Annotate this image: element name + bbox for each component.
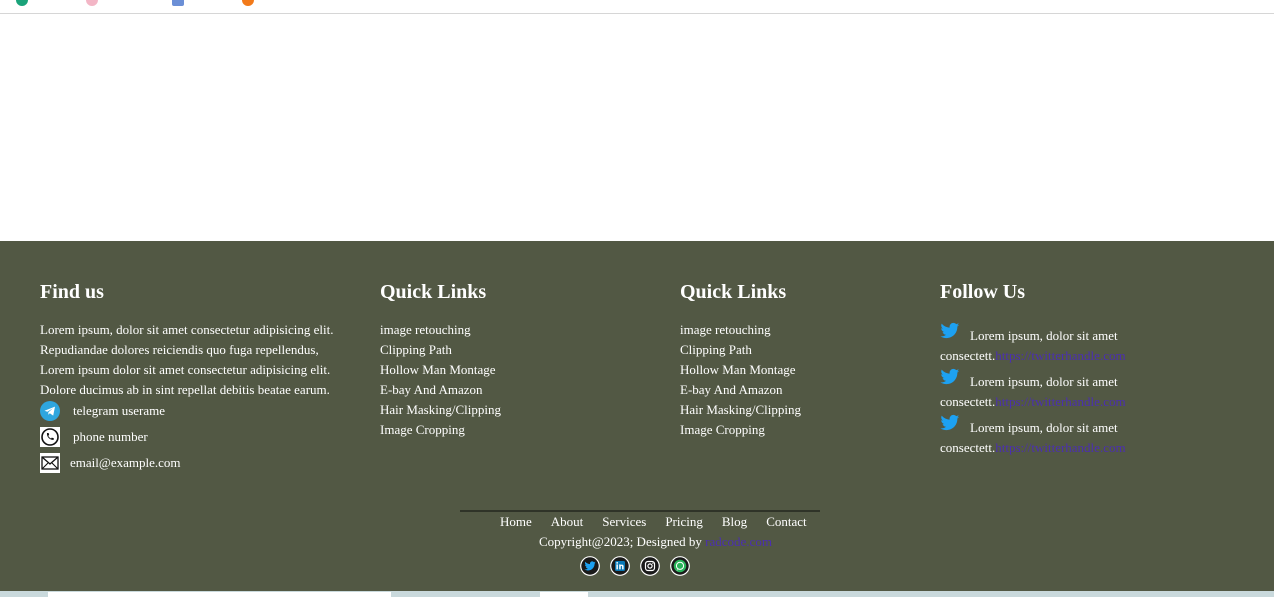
twitter-post-text: Lorem ipsum, dolor sit amet: [970, 328, 1118, 343]
quick-links-list-1: image retouching Clipping Path Hollow Ma…: [380, 320, 501, 440]
quick-link[interactable]: E-bay And Amazon: [380, 380, 501, 400]
nav-pricing[interactable]: Pricing: [665, 514, 703, 529]
follow-us-section: Follow Us Lorem ipsum, dolor sit amet co…: [940, 281, 1240, 481]
quick-link[interactable]: image retouching: [680, 320, 801, 340]
bookmark-favicon-3[interactable]: [172, 0, 184, 6]
quick-link[interactable]: Image Cropping: [680, 420, 801, 440]
twitter-icon[interactable]: [940, 368, 960, 386]
twitter-post-text: Lorem ipsum, dolor sit amet: [970, 374, 1118, 389]
copyright-text: Copyright@2023; Designed by: [539, 534, 702, 549]
copyright: Copyright@2023; Designed by radcode.com: [539, 532, 772, 552]
telegram-icon: [40, 401, 60, 421]
bookmark-favicon-1[interactable]: [16, 0, 28, 6]
twitter-post-line2: consectett.https://twitterhandle.com: [940, 346, 1126, 366]
find-us-description: Lorem ipsum, dolor sit amet consectetur …: [40, 322, 334, 397]
telegram-username: telegram userame: [73, 403, 166, 418]
whatsapp-icon[interactable]: [670, 556, 690, 576]
quick-links-title-1: Quick Links: [380, 281, 487, 303]
twitter-handle-link[interactable]: https://twitterhandle.com: [995, 348, 1125, 363]
find-us-title: Find us: [40, 281, 104, 303]
twitter-handle-link[interactable]: https://twitterhandle.com: [995, 440, 1125, 455]
twitter-post-text2: consectett.: [940, 394, 996, 409]
quick-link[interactable]: Hair Masking/Clipping: [380, 400, 501, 420]
instagram-icon[interactable]: [640, 556, 660, 576]
nav-about[interactable]: About: [551, 514, 584, 529]
quick-links-list-2: image retouching Clipping Path Hollow Ma…: [680, 320, 801, 440]
quick-link[interactable]: image retouching: [380, 320, 501, 340]
twitter-post-line2: consectett.https://twitterhandle.com: [940, 392, 1126, 412]
nav-contact[interactable]: Contact: [766, 514, 806, 529]
quick-links-section-2: Quick Links image retouching Clipping Pa…: [680, 281, 920, 441]
phone-icon: [40, 427, 60, 447]
twitter-post-text2: consectett.: [940, 440, 996, 455]
bottom-tab-segment[interactable]: [540, 592, 588, 597]
browser-bottom-bar: [0, 591, 1274, 597]
twitter-post-line2: consectett.https://twitterhandle.com: [940, 438, 1126, 458]
site-footer: Find us Lorem ipsum, dolor sit amet cons…: [0, 241, 1274, 591]
designer-link[interactable]: radcode.com: [705, 534, 772, 549]
bottom-tab-segment[interactable]: [48, 592, 391, 597]
twitter-handle-link[interactable]: https://twitterhandle.com: [995, 394, 1125, 409]
footer-nav: Home About Services Pricing Blog Contact: [500, 512, 807, 532]
twitter-icon[interactable]: [940, 322, 960, 340]
quick-link[interactable]: Clipping Path: [380, 340, 501, 360]
find-us-section: Find us Lorem ipsum, dolor sit amet cons…: [40, 281, 360, 481]
linkedin-icon[interactable]: [610, 556, 630, 576]
twitter-post-text: Lorem ipsum, dolor sit amet: [970, 420, 1118, 435]
browser-bookmarks-bar: [0, 0, 1274, 14]
bookmark-favicon-2[interactable]: [86, 0, 98, 6]
quick-links-section-1: Quick Links image retouching Clipping Pa…: [380, 281, 640, 441]
quick-link[interactable]: E-bay And Amazon: [680, 380, 801, 400]
bookmark-favicon-4[interactable]: [242, 0, 254, 6]
twitter-icon[interactable]: [940, 414, 960, 432]
quick-link[interactable]: Hollow Man Montage: [680, 360, 801, 380]
nav-services[interactable]: Services: [602, 514, 646, 529]
quick-link[interactable]: Clipping Path: [680, 340, 801, 360]
quick-link[interactable]: Hollow Man Montage: [380, 360, 501, 380]
nav-home[interactable]: Home: [500, 514, 532, 529]
nav-blog[interactable]: Blog: [722, 514, 747, 529]
follow-us-title: Follow Us: [940, 281, 1025, 303]
mail-icon: [40, 453, 60, 473]
quick-link[interactable]: Hair Masking/Clipping: [680, 400, 801, 420]
email-address: email@example.com: [70, 455, 181, 470]
phone-number: phone number: [73, 429, 148, 444]
twitter-post-text2: consectett.: [940, 348, 996, 363]
quick-link[interactable]: Image Cropping: [380, 420, 501, 440]
quick-links-title-2: Quick Links: [680, 281, 787, 303]
twitter-icon[interactable]: [580, 556, 600, 576]
